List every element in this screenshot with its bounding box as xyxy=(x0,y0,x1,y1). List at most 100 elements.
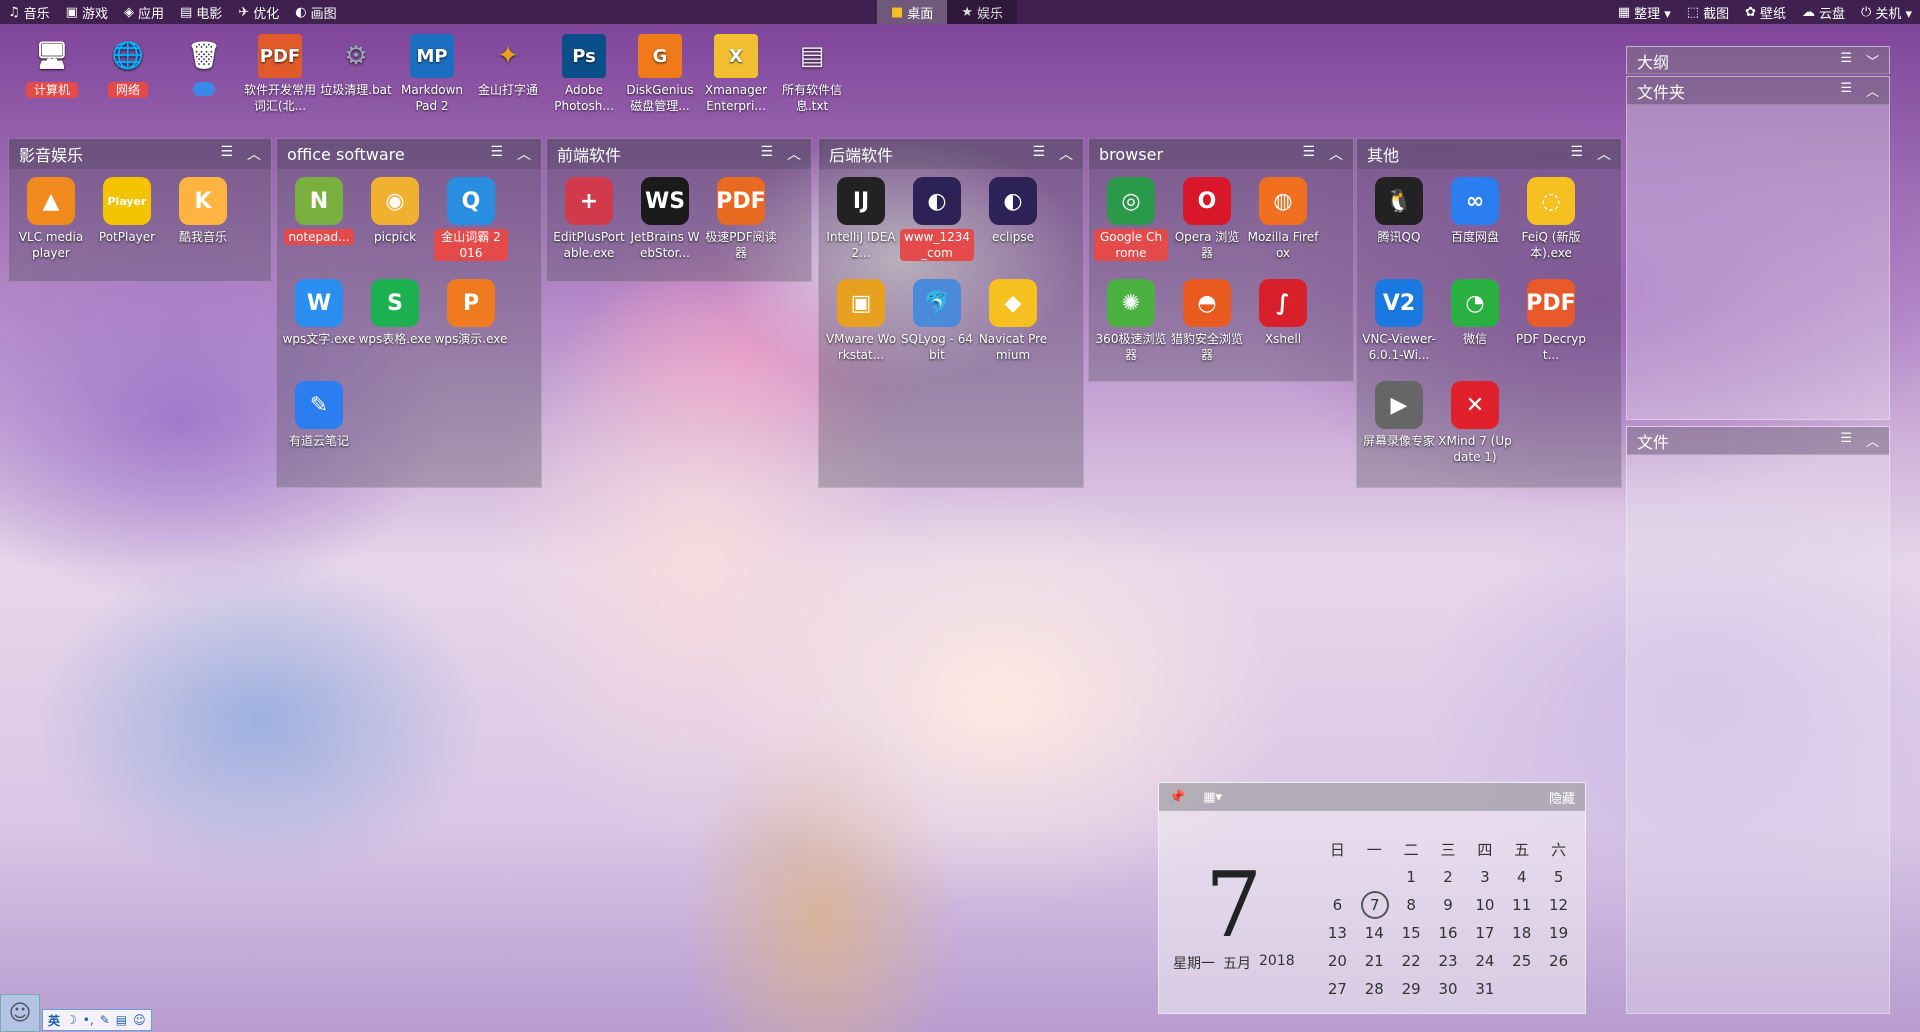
chevron-down-icon[interactable]: ﹀ xyxy=(1866,51,1879,70)
desktop-shortcut[interactable]: ▤ 所有软件信息.txt xyxy=(774,34,850,114)
calendar-day[interactable]: 22 xyxy=(1393,947,1430,975)
desktop-shortcut[interactable]: ✦ 金山打字通 xyxy=(470,34,546,114)
chevron-up-icon[interactable]: ︿ xyxy=(1866,431,1879,450)
calendar-menu-icon[interactable]: ▦▾ xyxy=(1203,790,1222,805)
desktop-shortcut[interactable]: G DiskGenius 磁盘管理... xyxy=(622,34,698,114)
top-menu-cube[interactable]: ◈ 应用 xyxy=(116,0,172,24)
calendar-day[interactable]: 11 xyxy=(1503,891,1540,919)
menu-icon[interactable]: ☰ xyxy=(220,144,233,164)
calendar-day[interactable]: 30 xyxy=(1430,975,1467,1003)
tab-entertainment[interactable]: ★ 娱乐 xyxy=(947,0,1017,24)
app-shortcut[interactable]: + EditPlusPortable.exe xyxy=(551,177,627,279)
menu-icon[interactable]: ☰ xyxy=(1032,144,1045,164)
app-shortcut[interactable]: Player PotPlayer xyxy=(89,177,165,279)
calendar-day[interactable]: 12 xyxy=(1540,891,1577,919)
calendar-day[interactable]: 3 xyxy=(1466,863,1503,891)
calendar-day[interactable]: 10 xyxy=(1466,891,1503,919)
calendar-day[interactable]: 14 xyxy=(1356,919,1393,947)
calendar-day[interactable]: 9 xyxy=(1430,891,1467,919)
chevron-up-icon[interactable]: ︿ xyxy=(787,144,801,164)
calendar-day[interactable]: 24 xyxy=(1466,947,1503,975)
calendar-day[interactable]: 2 xyxy=(1430,863,1467,891)
tab-desktop[interactable]: ■ 桌面 xyxy=(877,0,948,24)
desktop-shortcut[interactable]: 🗑 xyxy=(166,34,242,114)
chevron-up-icon[interactable]: ︿ xyxy=(1866,81,1879,100)
app-shortcut[interactable]: 🐬 SQLyog - 64 bit xyxy=(899,279,975,381)
app-shortcut[interactable]: ◐ www_1234_com xyxy=(899,177,975,279)
calendar-day[interactable]: 23 xyxy=(1430,947,1467,975)
top-menu-palette[interactable]: ◐ 画图 xyxy=(287,0,344,24)
calendar-day[interactable]: 31 xyxy=(1466,975,1503,1003)
ime-tool-icon[interactable]: •, xyxy=(83,1013,94,1027)
chevron-up-icon[interactable]: ︿ xyxy=(1597,144,1611,164)
calendar-day[interactable]: 8 xyxy=(1393,891,1430,919)
top-menu-music-note[interactable]: ♫ 音乐 xyxy=(0,0,58,24)
app-shortcut[interactable]: ◔ 微信 xyxy=(1437,279,1513,381)
calendar-day[interactable]: 26 xyxy=(1540,947,1577,975)
app-shortcut[interactable]: ◍ Mozilla Firefox xyxy=(1245,177,1321,279)
menu-icon[interactable]: ☰ xyxy=(1840,81,1852,100)
fence-header[interactable]: 其他 ☰ ︿ xyxy=(1357,139,1621,169)
app-shortcut[interactable]: K 酷我音乐 xyxy=(165,177,241,279)
calendar-day[interactable]: 6 xyxy=(1319,891,1356,919)
calendar-day[interactable]: 13 xyxy=(1319,919,1356,947)
chevron-up-icon[interactable]: ︿ xyxy=(1059,144,1073,164)
app-shortcut[interactable]: ◎ Google Chrome xyxy=(1093,177,1169,279)
app-shortcut[interactable]: ▣ VMware Workstat... xyxy=(823,279,899,381)
calendar-day[interactable]: 5 xyxy=(1540,863,1577,891)
app-shortcut[interactable]: O Opera 浏览器 xyxy=(1169,177,1245,279)
app-shortcut[interactable]: PDF PDF Decrypt... xyxy=(1513,279,1589,381)
app-shortcut[interactable]: WS JetBrains WebStor... xyxy=(627,177,703,279)
app-shortcut[interactable]: ◌ FeiQ (新版本).exe xyxy=(1513,177,1589,279)
fence-header[interactable]: browser ☰ ︿ xyxy=(1089,139,1353,169)
top-action-screenshot[interactable]: ⬚ 截图 xyxy=(1679,0,1737,24)
calendar-day[interactable]: 1 xyxy=(1393,863,1430,891)
user-avatar-icon[interactable]: ☺ xyxy=(0,994,40,1032)
calendar-day[interactable]: 28 xyxy=(1356,975,1393,1003)
app-shortcut[interactable]: ▶ 屏幕录像专家 xyxy=(1361,381,1437,483)
app-shortcut[interactable]: ▲ VLC media player xyxy=(13,177,89,279)
calendar-day[interactable]: 19 xyxy=(1540,919,1577,947)
app-shortcut[interactable]: ◓ 猎豹安全浏览器 xyxy=(1169,279,1245,381)
desktop-shortcut[interactable]: X Xmanager Enterpri... xyxy=(698,34,774,114)
desktop-shortcut[interactable]: Ps Adobe Photosh... xyxy=(546,34,622,114)
app-shortcut[interactable]: ✎ 有道云笔记 xyxy=(281,381,357,483)
desktop-shortcut[interactable]: ⚙ 垃圾清理.bat xyxy=(318,34,394,114)
calendar-day[interactable]: 20 xyxy=(1319,947,1356,975)
chevron-up-icon[interactable]: ︿ xyxy=(247,144,261,164)
app-shortcut[interactable]: ∫ Xshell xyxy=(1245,279,1321,381)
top-action-organize[interactable]: ▦ 整理 ▾ xyxy=(1610,0,1679,24)
calendar-day[interactable]: 27 xyxy=(1319,975,1356,1003)
calendar-day[interactable]: 25 xyxy=(1503,947,1540,975)
calendar-day[interactable]: 29 xyxy=(1393,975,1430,1003)
desktop-shortcut[interactable]: PDF 软件开发常用词汇(北... xyxy=(242,34,318,114)
ime-language-toggle[interactable]: 英 xyxy=(48,1012,60,1029)
app-shortcut[interactable]: Pwps演示.exe xyxy=(433,279,509,381)
app-shortcut[interactable]: Swps表格.exe xyxy=(357,279,433,381)
calendar-day[interactable]: 17 xyxy=(1466,919,1503,947)
app-shortcut[interactable]: ✺ 360极速浏览器 xyxy=(1093,279,1169,381)
ime-tool-icon[interactable]: ☺ xyxy=(133,1013,146,1027)
app-shortcut[interactable]: 🐧 腾讯QQ xyxy=(1361,177,1437,279)
fence-header[interactable]: 影音娱乐 ☰ ︿ xyxy=(9,139,271,169)
app-shortcut[interactable]: ◐ eclipse xyxy=(975,177,1051,279)
app-shortcut[interactable]: PDF 极速PDF阅读器 xyxy=(703,177,779,279)
menu-icon[interactable]: ☰ xyxy=(1302,144,1315,164)
top-action-cloud[interactable]: ☁ 云盘 xyxy=(1794,0,1853,24)
chevron-up-icon[interactable]: ︿ xyxy=(1329,144,1343,164)
hide-button[interactable]: 隐藏 xyxy=(1549,788,1575,807)
ime-tool-icon[interactable]: ☽ xyxy=(66,1013,77,1027)
menu-icon[interactable]: ☰ xyxy=(1840,431,1852,450)
top-action-power[interactable]: ⏻ 关机 ▾ xyxy=(1853,0,1920,24)
app-shortcut[interactable]: Wwps文字.exe xyxy=(281,279,357,381)
app-shortcut[interactable]: ✕ XMind 7 (Update 1) xyxy=(1437,381,1513,483)
chevron-up-icon[interactable]: ︿ xyxy=(517,144,531,164)
calendar-day-today[interactable]: 7 xyxy=(1360,891,1389,919)
app-shortcut[interactable]: ◆ Navicat Premium xyxy=(975,279,1051,381)
top-menu-film[interactable]: ▤ 电影 xyxy=(172,0,230,24)
app-shortcut[interactable]: V2 VNC-Viewer-6.0.1-Wi... xyxy=(1361,279,1437,381)
menu-icon[interactable]: ☰ xyxy=(490,144,503,164)
top-menu-rocket[interactable]: ✈ 优化 xyxy=(230,0,287,24)
ime-tool-icon[interactable]: ▤ xyxy=(116,1013,127,1027)
ime-tool-icon[interactable]: ✎ xyxy=(100,1013,110,1027)
